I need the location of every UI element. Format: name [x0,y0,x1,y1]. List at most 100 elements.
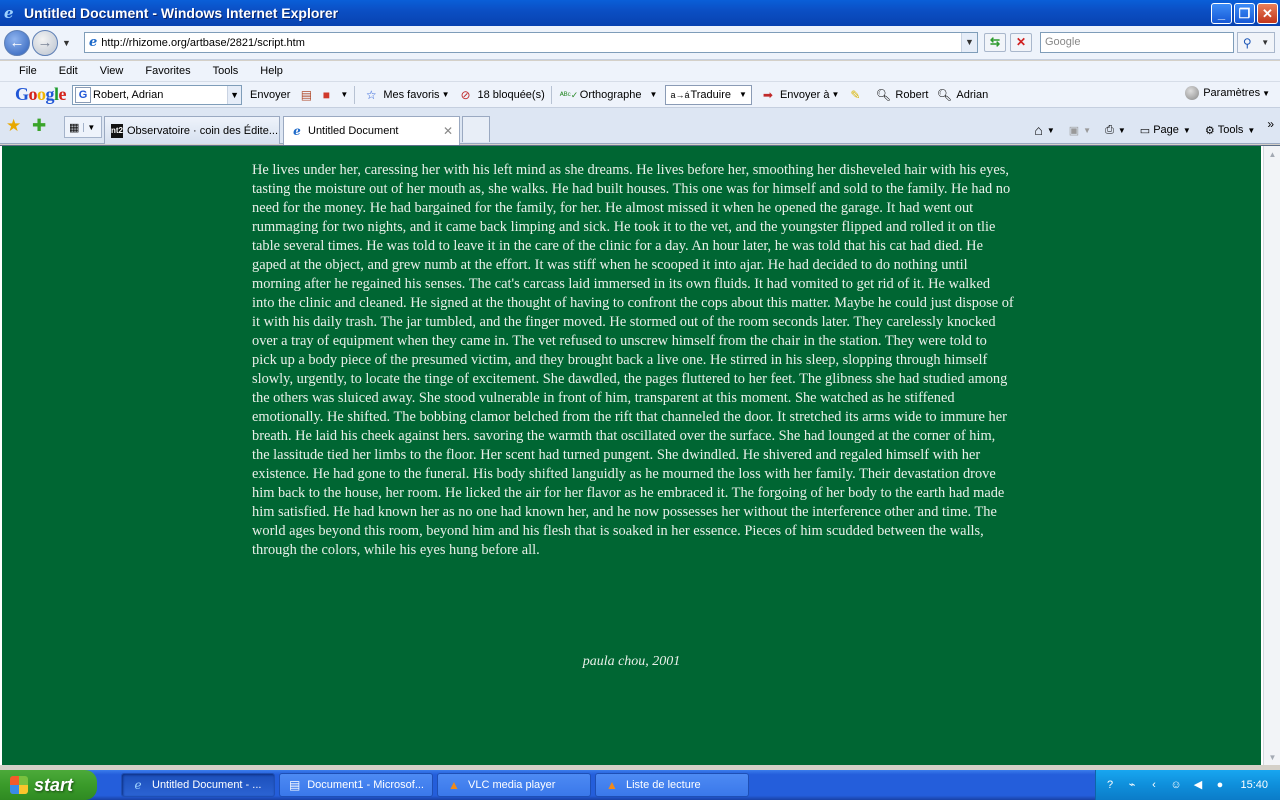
page-menu-button[interactable]: ▭ Page ▼ [1140,124,1191,137]
start-button[interactable]: start [0,770,97,800]
search-options-icon[interactable]: ▼ [1261,38,1269,47]
nt2-favicon-icon: nt2 [111,123,123,138]
google-extra-buttons[interactable]: ▤ ■ ▼ [298,87,349,103]
spellcheck-button[interactable]: ᴬᴮᶜ✓ Orthographe ▼ [560,87,658,103]
history-dropdown-icon[interactable]: ▼ [62,38,71,48]
favorites-star-icon[interactable]: ★ [6,116,21,136]
vlc-icon: ▲ [448,778,460,792]
taskbar-item-ie[interactable]: e Untitled Document - ... [121,773,275,797]
page-icon: e [89,35,98,50]
menu-favorites[interactable]: Favorites [145,65,190,77]
printer-icon: ⎙ [1105,123,1114,136]
tools-menu-button[interactable]: ⚙ Tools ▼ [1205,124,1255,137]
address-url[interactable]: http://rhizome.org/artbase/2821/script.h… [101,37,961,49]
command-bar: ⌂ ▼ ▣ ▼ ⎙ ▼ ▭ Page ▼ ⚙ Tools ▼ » [1020,117,1274,138]
ie-logo-icon: e [4,4,14,22]
address-bar[interactable]: e http://rhizome.org/artbase/2821/script… [84,32,978,53]
menu-bar: File Edit View Favorites Tools Help [0,61,1280,82]
stop-button[interactable]: ✕ [1010,33,1032,52]
tab-observatoire[interactable]: nt2 Observatoire · coin des Édite... [104,116,280,144]
help-icon[interactable]: ? [1102,777,1118,793]
tab-title: Observatoire · coin des Édite... [127,124,279,137]
more-chevron-icon[interactable]: » [1267,117,1274,131]
popup-blocker-button[interactable]: ⊘ 18 bloquée(s) [457,87,544,103]
menu-file[interactable]: File [19,65,37,77]
taskbar-item-playlist[interactable]: ▲ Liste de lecture [595,773,749,797]
search-term-robert-button[interactable]: 🔍︎ Robert [875,87,929,103]
network-icon[interactable]: ⌁ [1124,777,1140,793]
highlighter-button[interactable]: ✎ [847,87,867,103]
users-icon[interactable]: ☺ [1168,777,1184,793]
forward-button[interactable]: → [32,30,58,56]
google-logo[interactable]: Google [15,84,67,105]
volume-icon[interactable]: ◀ [1190,777,1206,793]
translate-icon: a→á [670,89,690,100]
quick-tabs-button[interactable]: ▦ ▼ [64,116,102,138]
quick-tabs-icon: ▦ [69,121,80,134]
tab-bar: ★ ✚ ▦ ▼ nt2 Observatoire · coin des Édit… [0,108,1280,145]
google-send-button[interactable]: Envoyer [250,89,290,101]
add-favorite-icon[interactable]: ✚ [32,116,46,136]
news-icon[interactable]: ▤ [298,87,314,103]
taskbar-item-vlc[interactable]: ▲ VLC media player [437,773,591,797]
back-button[interactable]: ← [4,30,30,56]
ie-favicon-icon: e [293,124,301,138]
translate-button[interactable]: a→á Traduire ▼ [665,84,752,105]
vertical-scrollbar[interactable]: ▲ ▼ [1263,146,1280,766]
blocked-icon: ⊘ [460,87,471,102]
window-controls: _ ❐ ✕ [1211,3,1278,24]
restore-button[interactable]: ❐ [1234,3,1255,24]
print-button[interactable]: ⎙ ▼ [1105,124,1126,137]
feeds-button[interactable]: ▣ ▼ [1069,124,1091,137]
google-g-icon: G [75,86,92,103]
magnifier-icon: 🔍︎ [875,87,891,102]
system-tray: ? ⌁ ‹ ☺ ◀ ● 15:40 [1095,770,1280,800]
home-icon: ⌂ [1034,122,1043,138]
menu-help[interactable]: Help [260,65,283,77]
address-dropdown-icon[interactable]: ▼ [961,33,977,52]
scroll-down-icon[interactable]: ▼ [1264,749,1280,766]
author-signature: paula chou, 2001 [582,654,681,669]
star-outline-icon: ☆ [365,87,377,102]
home-button[interactable]: ⌂ ▼ [1034,122,1054,138]
tab-title: Untitled Document [308,125,399,137]
favorites-button[interactable]: ☆ Mes favoris ▼ [363,87,450,103]
menu-view[interactable]: View [100,65,124,77]
settings-icon [1185,86,1200,100]
security-icon[interactable]: ● [1212,777,1228,793]
menu-edit[interactable]: Edit [59,65,78,77]
windows-flag-icon [10,776,28,794]
menu-tools[interactable]: Tools [213,65,239,77]
window-titlebar: e Untitled Document - Windows Internet E… [0,0,1280,26]
minimize-button[interactable]: _ [1211,3,1232,24]
window-title: Untitled Document - Windows Internet Exp… [24,5,339,21]
taskbar-item-word[interactable]: ▤ Document1 - Microsof... [279,773,433,797]
new-tab-button[interactable] [462,116,490,142]
search-input[interactable]: Google [1040,32,1234,53]
send-to-button[interactable]: ➡ Envoyer à ▼ [760,87,839,103]
address-toolbar: ← → ▼ e http://rhizome.org/artbase/2821/… [0,26,1280,60]
search-term-adrian-button[interactable]: 🔍︎ Adrian [936,87,988,103]
search-icon: ⚲ [1242,35,1252,50]
system-clock[interactable]: 15:40 [1240,779,1268,791]
tab-list-icon[interactable]: ▼ [83,122,95,132]
settings-button[interactable]: Paramètres ▼ [1185,86,1270,100]
google-search-value[interactable]: Robert, Adrian [93,89,227,101]
page-body: He lives under her, caressing her with h… [2,146,1261,766]
taskbar: start e Untitled Document - ... ▤ Docume… [0,770,1280,800]
browser-content: He lives under her, caressing her with h… [0,145,1280,766]
rss-icon: ▣ [1068,124,1080,137]
ie-icon: e [134,778,142,792]
spellcheck-icon: ᴬᴮᶜ✓ [559,89,579,100]
close-button[interactable]: ✕ [1257,3,1278,24]
story-text: He lives under her, caressing her with h… [252,162,1014,558]
close-tab-icon[interactable]: ✕ [437,124,453,138]
search-button[interactable]: ⚲ ▼ [1237,32,1275,53]
scroll-up-icon[interactable]: ▲ [1264,146,1280,163]
apps-icon[interactable]: ■ [318,87,334,103]
google-search-box[interactable]: G Robert, Adrian ▼ [72,84,243,105]
show-hidden-icon[interactable]: ‹ [1146,777,1162,793]
refresh-button[interactable]: ⇆ [984,33,1006,52]
google-search-dropdown-icon[interactable]: ▼ [227,85,242,104]
tab-untitled-document[interactable]: e Untitled Document ✕ [283,116,460,145]
